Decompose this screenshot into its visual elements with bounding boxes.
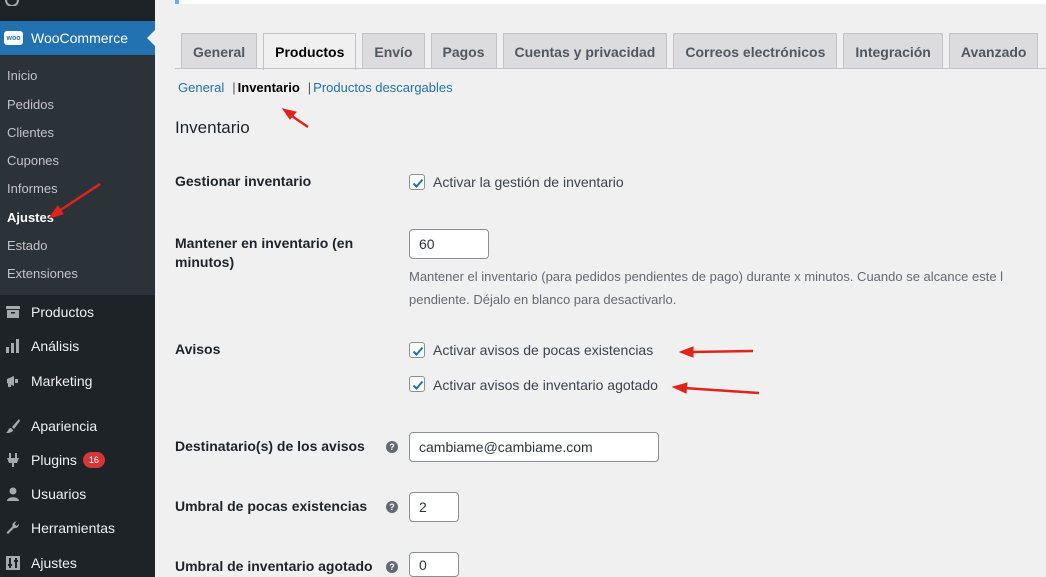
submenu-item-extensiones[interactable]: Extensiones bbox=[7, 266, 78, 281]
submenu-item-pedidos[interactable]: Pedidos bbox=[7, 97, 54, 112]
hold-stock-minutes-input[interactable]: 60 bbox=[409, 229, 489, 259]
checkbox-label-inventario-agotado: Activar avisos de inventario agotado bbox=[433, 377, 658, 393]
subsection-link-general[interactable]: General bbox=[178, 80, 224, 95]
tab-pagos[interactable]: Pagos bbox=[430, 33, 497, 69]
users-icon bbox=[4, 485, 22, 503]
checkbox-label-pocas-existencias: Activar avisos de pocas existencias bbox=[433, 342, 654, 358]
bar-chart-icon bbox=[4, 337, 22, 355]
checkmark-icon bbox=[412, 380, 424, 390]
tab-general[interactable]: General bbox=[181, 33, 258, 69]
sidebar-item-label: Usuarios bbox=[31, 486, 87, 502]
checkbox-aviso-pocas-existencias[interactable] bbox=[409, 342, 425, 358]
submenu-item-clientes[interactable]: Clientes bbox=[7, 125, 54, 140]
sidebar-item-label: WooCommerce bbox=[31, 30, 128, 46]
sidebar-item-label: Marketing bbox=[31, 373, 93, 389]
sidebar-item-label: Herramientas bbox=[31, 520, 116, 536]
archive-icon bbox=[4, 303, 22, 321]
subsection-links: General | Inventario | Productos descarg… bbox=[178, 80, 453, 95]
settings-tabs: General Productos Envío Pagos Cuentas y … bbox=[181, 33, 1044, 70]
sidebar-item-marketing[interactable]: Marketing bbox=[0, 364, 155, 398]
low-stock-threshold-input[interactable]: 2 bbox=[409, 492, 459, 522]
sidebar-item-plugins[interactable]: Plugins 16 bbox=[0, 443, 155, 477]
submenu-item-cupones[interactable]: Cupones bbox=[7, 153, 59, 168]
submenu-item-estado[interactable]: Estado bbox=[7, 238, 47, 253]
woocommerce-submenu: Inicio Pedidos Clientes Cupones Informes… bbox=[0, 55, 155, 295]
notice-strip bbox=[175, 0, 1046, 4]
field-label-umbral-agotado: Umbral de inventario agotado bbox=[175, 558, 373, 574]
sidebar-top-area bbox=[0, 0, 155, 21]
paintbrush-icon bbox=[4, 417, 22, 435]
checkbox-label-gestion: Activar la gestión de inventario bbox=[433, 174, 624, 190]
subsection-current-inventario[interactable]: Inventario bbox=[238, 80, 300, 95]
description-line: Mantener el inventario (para pedidos pen… bbox=[409, 269, 1004, 284]
wrench-icon bbox=[4, 519, 22, 537]
help-tip-icon[interactable]: ? bbox=[386, 561, 398, 573]
subsection-separator: | bbox=[307, 80, 312, 95]
checkbox-aviso-inventario-agotado[interactable] bbox=[409, 376, 425, 392]
tabs-divider bbox=[175, 68, 1046, 69]
sidebar-item-label: Plugins bbox=[31, 452, 77, 468]
sidebar-item-ajustes[interactable]: Ajustes bbox=[0, 546, 155, 577]
dashboard-icon[interactable] bbox=[4, 0, 20, 7]
woocommerce-logo-icon: woo bbox=[4, 31, 23, 45]
notification-recipient-input[interactable]: cambiame@cambiame.com bbox=[409, 432, 659, 462]
tab-correos-electronicos[interactable]: Correos electrónicos bbox=[673, 33, 838, 69]
subsection-separator: | bbox=[232, 80, 236, 95]
description-line: pendiente. Déjalo en blanco para desacti… bbox=[409, 292, 677, 307]
current-menu-notch bbox=[147, 30, 155, 46]
tab-integracion[interactable]: Integración bbox=[843, 33, 943, 69]
checkmark-icon bbox=[412, 346, 424, 356]
submenu-item-inicio[interactable]: Inicio bbox=[7, 68, 37, 83]
subsection-link-descargables[interactable]: Productos descargables bbox=[313, 80, 452, 95]
plugin-icon bbox=[4, 451, 22, 469]
checkmark-icon bbox=[412, 178, 424, 188]
field-label-gestionar: Gestionar inventario bbox=[175, 173, 312, 189]
help-tip-icon[interactable]: ? bbox=[386, 441, 398, 453]
admin-sidebar: woo WooCommerce Inicio Pedidos Clientes … bbox=[0, 0, 155, 577]
sidebar-item-label: Productos bbox=[31, 304, 95, 320]
settings-main: General Productos Envío Pagos Cuentas y … bbox=[155, 0, 1046, 577]
submenu-item-informes[interactable]: Informes bbox=[7, 181, 58, 196]
sidebar-item-woocommerce[interactable]: woo WooCommerce bbox=[0, 21, 155, 55]
field-label-destinatario: Destinatario(s) de los avisos bbox=[175, 438, 365, 454]
field-label-mantener: Mantener en inventario (en minutos) bbox=[175, 235, 354, 270]
sidebar-item-label: Ajustes bbox=[31, 555, 77, 571]
megaphone-icon bbox=[4, 372, 22, 390]
sidebar-item-productos[interactable]: Productos bbox=[0, 295, 155, 329]
checkbox-gestion-inventario[interactable] bbox=[409, 174, 425, 190]
submenu-item-ajustes[interactable]: Ajustes bbox=[7, 210, 54, 225]
plugins-update-count-badge: 16 bbox=[82, 452, 105, 468]
hold-stock-description: Mantener el inventario (para pedidos pen… bbox=[409, 265, 1046, 311]
tab-envio[interactable]: Envío bbox=[362, 33, 425, 69]
tab-avanzado[interactable]: Avanzado bbox=[948, 33, 1039, 69]
out-of-stock-threshold-input[interactable]: 0 bbox=[409, 552, 459, 577]
tab-cuentas-y-privacidad[interactable]: Cuentas y privacidad bbox=[502, 33, 668, 69]
help-tip-icon[interactable]: ? bbox=[386, 501, 398, 513]
tab-productos[interactable]: Productos bbox=[263, 33, 357, 70]
field-label-avisos: Avisos bbox=[175, 341, 221, 357]
sidebar-item-label: Apariencia bbox=[31, 418, 98, 434]
sidebar-item-apariencia[interactable]: Apariencia bbox=[0, 409, 155, 443]
field-label-umbral-pocas: Umbral de pocas existencias bbox=[175, 498, 368, 514]
section-title: Inventario bbox=[175, 118, 250, 137]
sidebar-item-label: Análisis bbox=[31, 338, 80, 354]
settings-icon bbox=[4, 554, 22, 572]
sidebar-item-usuarios[interactable]: Usuarios bbox=[0, 477, 155, 511]
sidebar-item-analisis[interactable]: Análisis bbox=[0, 329, 155, 363]
sidebar-item-herramientas[interactable]: Herramientas bbox=[0, 511, 155, 545]
